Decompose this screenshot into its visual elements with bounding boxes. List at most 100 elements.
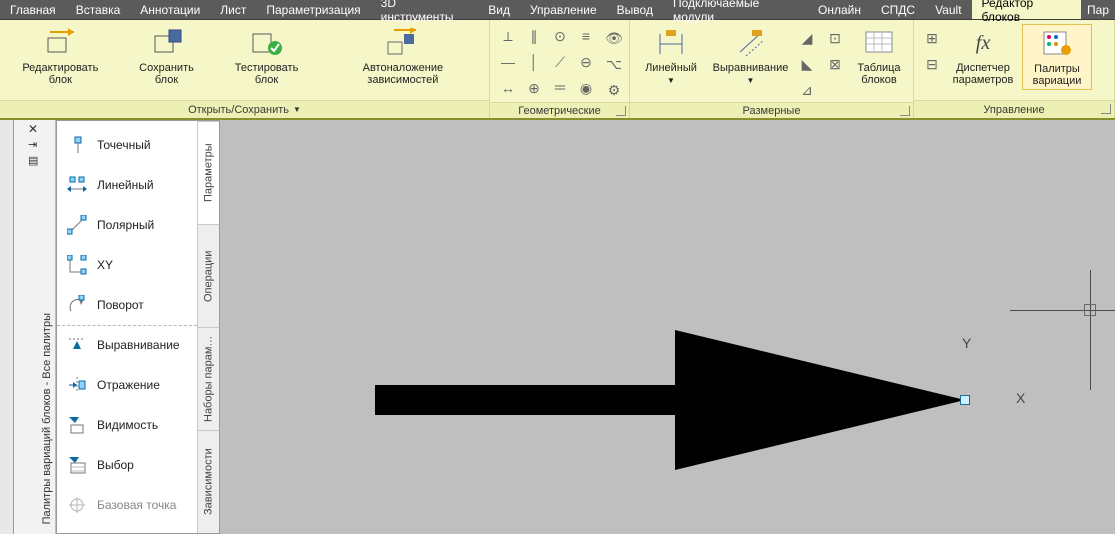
pal-point[interactable]: Точечный bbox=[57, 125, 197, 165]
menu-item[interactable]: Параметризация bbox=[256, 0, 370, 19]
pal-lookup[interactable]: Выбор bbox=[57, 445, 197, 485]
pal-align[interactable]: Выравнивание bbox=[57, 325, 197, 365]
pal-base[interactable]: Базовая точка bbox=[57, 485, 197, 525]
menu-item[interactable]: Онлайн bbox=[808, 0, 871, 19]
pal-mirror[interactable]: Отражение bbox=[57, 365, 197, 405]
polar-icon bbox=[67, 215, 87, 235]
label: Выравнивание bbox=[97, 338, 180, 352]
manage-icon[interactable]: ⊞ bbox=[920, 26, 944, 50]
menu-item[interactable]: Vault bbox=[925, 0, 971, 19]
test-block-icon bbox=[250, 26, 284, 60]
save-block-button[interactable]: Сохранить блок bbox=[123, 24, 211, 88]
chevron-down-icon: ▼ bbox=[747, 76, 755, 85]
param-manager-button[interactable]: fx Диспетчер параметров bbox=[948, 24, 1018, 88]
options-icon[interactable]: ▤ bbox=[28, 154, 38, 167]
grip-handle[interactable] bbox=[960, 395, 970, 405]
workspace: ✕ ⇥ ▤ Палитры вариаций блоков - Все пали… bbox=[0, 120, 1115, 534]
panel-title-text: Геометрические bbox=[518, 105, 601, 117]
menu-item[interactable]: 3D инструменты bbox=[371, 0, 479, 19]
menu-item[interactable]: Подключаемые модули bbox=[663, 0, 808, 19]
mirror-icon bbox=[67, 375, 87, 395]
palette-tab-parameters[interactable]: Параметры bbox=[198, 121, 219, 224]
dialog-launcher-icon[interactable] bbox=[616, 106, 626, 116]
crosshair-horizontal bbox=[1010, 310, 1115, 311]
constraint-icon[interactable]: ＝ bbox=[548, 76, 572, 100]
label: Поворот bbox=[97, 298, 144, 312]
left-rail bbox=[0, 120, 14, 534]
dim-icon[interactable]: ⊡ bbox=[823, 26, 847, 50]
menu-item[interactable]: Лист bbox=[210, 0, 256, 19]
constraint-icon[interactable]: ⊖ bbox=[574, 50, 598, 74]
constraint-icon[interactable]: ⟋ bbox=[548, 50, 572, 74]
hide-icon[interactable]: ⌥ bbox=[602, 52, 626, 76]
pal-xy[interactable]: XY bbox=[57, 245, 197, 285]
dialog-launcher-icon[interactable] bbox=[900, 106, 910, 116]
palette-tab-constraints[interactable]: Зависимости bbox=[198, 430, 219, 533]
menu-item[interactable]: СПДС bbox=[871, 0, 925, 19]
constraint-icon[interactable]: ↔ bbox=[496, 76, 520, 100]
palette-tab-paramsets[interactable]: Наборы парам… bbox=[198, 327, 219, 430]
label: Линейный bbox=[97, 178, 154, 192]
authoring-palettes-button[interactable]: Палитры вариации bbox=[1022, 24, 1092, 90]
label: Точечный bbox=[97, 138, 151, 152]
align-dim-icon bbox=[734, 26, 768, 60]
menu-item[interactable]: Вставка bbox=[66, 0, 131, 19]
label: XY bbox=[97, 258, 113, 272]
label: Тестировать блок bbox=[222, 62, 310, 86]
settings-icon[interactable]: ⚙ bbox=[602, 78, 626, 102]
align-dim-button[interactable]: Выравнивание ▼ bbox=[710, 24, 791, 89]
dim-icon[interactable]: ⊠ bbox=[823, 52, 847, 76]
edit-block-button[interactable]: Редактировать блок bbox=[6, 24, 115, 88]
auto-constraints-icon bbox=[386, 26, 420, 60]
menu-item-active[interactable]: Редактор блоков bbox=[972, 0, 1081, 19]
pin-icon[interactable]: ⇥ bbox=[28, 138, 37, 151]
constraint-icon[interactable]: ≡ bbox=[574, 24, 598, 48]
menu-item[interactable]: Вид bbox=[478, 0, 520, 19]
constraint-icon[interactable]: │ bbox=[522, 50, 546, 74]
label: Диспетчер параметров bbox=[953, 62, 1014, 86]
manage-icon[interactable]: ⊟ bbox=[920, 52, 944, 76]
panel-title-text: Управление bbox=[983, 104, 1044, 116]
panel-title[interactable]: Управление bbox=[914, 100, 1114, 118]
panel-title[interactable]: Размерные bbox=[630, 102, 913, 118]
test-block-button[interactable]: Тестировать блок bbox=[218, 24, 314, 88]
constraint-icon[interactable]: ⊕ bbox=[522, 76, 546, 100]
rotate-icon bbox=[67, 295, 87, 315]
pal-rotate[interactable]: Поворот bbox=[57, 285, 197, 325]
panel-open-save: Редактировать блок Сохранить блок Тестир… bbox=[0, 20, 490, 118]
menu-item[interactable]: Аннотации bbox=[130, 0, 210, 19]
pal-linear[interactable]: Линейный bbox=[57, 165, 197, 205]
pal-vis[interactable]: Видимость bbox=[57, 405, 197, 445]
pal-polar[interactable]: Полярный bbox=[57, 205, 197, 245]
dim-icon[interactable]: ◣ bbox=[795, 52, 819, 76]
palette-tab-actions[interactable]: Операции bbox=[198, 224, 219, 327]
constraint-icon[interactable]: ∥ bbox=[522, 24, 546, 48]
cursor-pickbox bbox=[1084, 304, 1096, 316]
dim-icon[interactable]: ◢ bbox=[795, 26, 819, 50]
label: Выбор bbox=[97, 458, 134, 472]
drawing-canvas[interactable]: Y X bbox=[220, 120, 1115, 534]
align-param-icon bbox=[67, 335, 87, 355]
block-table-button[interactable]: Таблица блоков bbox=[851, 24, 907, 88]
menu-item[interactable]: Главная bbox=[0, 0, 66, 19]
menu-item[interactable]: Управление bbox=[520, 0, 607, 19]
constraint-icon[interactable]: ⊙ bbox=[548, 24, 572, 48]
show-icon[interactable]: 👁 bbox=[602, 26, 626, 50]
geometric-icons-grid: ⟂ ∥ ⊙ ≡ ― │ ⟋ ⊖ ↔ ⊕ ＝ ◉ bbox=[496, 24, 598, 100]
dialog-launcher-icon[interactable] bbox=[1101, 104, 1111, 114]
panel-title[interactable]: Геометрические bbox=[490, 102, 629, 118]
label: Базовая точка bbox=[97, 498, 176, 512]
constraint-icon[interactable]: ◉ bbox=[574, 76, 598, 100]
axis-y-label: Y bbox=[962, 335, 971, 351]
linear-dim-button[interactable]: Линейный ▼ bbox=[636, 24, 706, 89]
menu-item[interactable]: Вывод bbox=[607, 0, 663, 19]
close-icon[interactable]: ✕ bbox=[28, 122, 38, 136]
constraint-icon[interactable]: ⟂ bbox=[496, 24, 520, 48]
constraint-icon[interactable]: ― bbox=[496, 50, 520, 74]
panel-title[interactable]: Открыть/Сохранить ▼ bbox=[0, 100, 489, 118]
arrow-graphic bbox=[375, 330, 975, 470]
auto-constraints-button[interactable]: Автоналожение зависимостей bbox=[323, 24, 483, 88]
menubar: Главная Вставка Аннотации Лист Параметри… bbox=[0, 0, 1115, 20]
dim-icon[interactable]: ⊿ bbox=[795, 78, 819, 102]
label: Автоналожение зависимостей bbox=[327, 62, 479, 86]
